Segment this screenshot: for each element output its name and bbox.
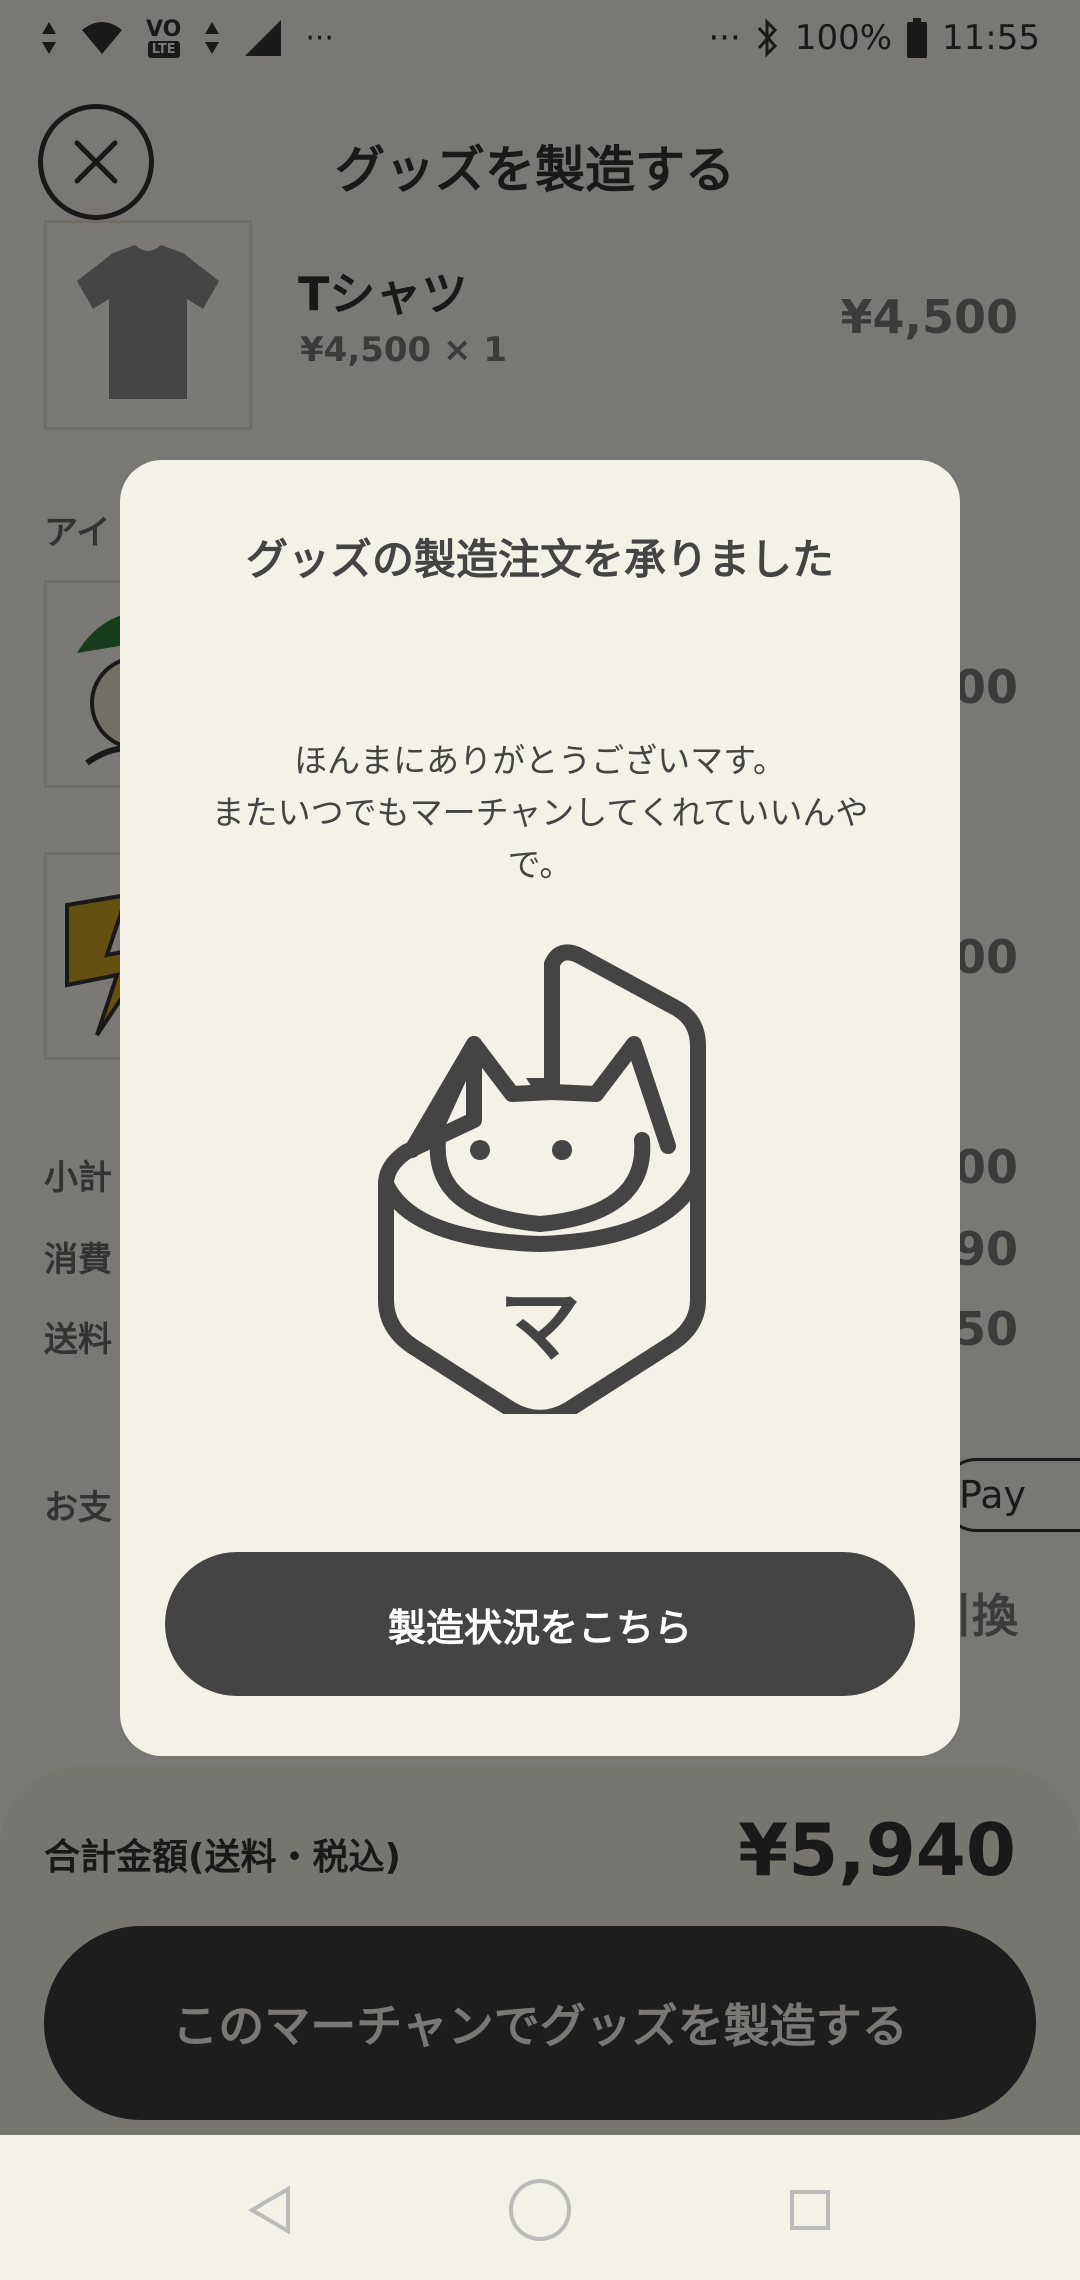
order-confirmation-dialog: グッズの製造注文を承りました ほんまにありがとうございマす。 またいつでもマーチ… xyxy=(120,460,960,1756)
view-status-button[interactable]: 製造状況をこちら xyxy=(165,1552,915,1696)
cat-box-logo-icon: マ xyxy=(378,944,706,1414)
dialog-message-line: またいつでもマーチャンしてくれていいんや xyxy=(211,793,869,832)
back-triangle-icon xyxy=(248,2185,290,2235)
navigation-bar xyxy=(0,2135,1080,2280)
recents-nav-button[interactable] xyxy=(775,2175,845,2245)
order-page: VO LTE ··· ··· 100% 11:55 グッズを製造する Tシャツ … xyxy=(0,0,1080,2166)
back-nav-button[interactable] xyxy=(235,2175,305,2245)
logo-letter: マ xyxy=(499,1279,581,1374)
home-nav-button[interactable] xyxy=(505,2175,575,2245)
dialog-message-line: で。 xyxy=(507,845,573,884)
dialog-message-line: ほんまにありがとうございマす。 xyxy=(294,741,786,780)
dialog-title: グッズの製造注文を承りました xyxy=(245,535,834,584)
home-circle-icon xyxy=(509,2179,571,2241)
recents-square-icon xyxy=(790,2190,830,2230)
dialog-message: ほんまにありがとうございマす。 またいつでもマーチャンしてくれていいんや で。 xyxy=(170,735,910,891)
